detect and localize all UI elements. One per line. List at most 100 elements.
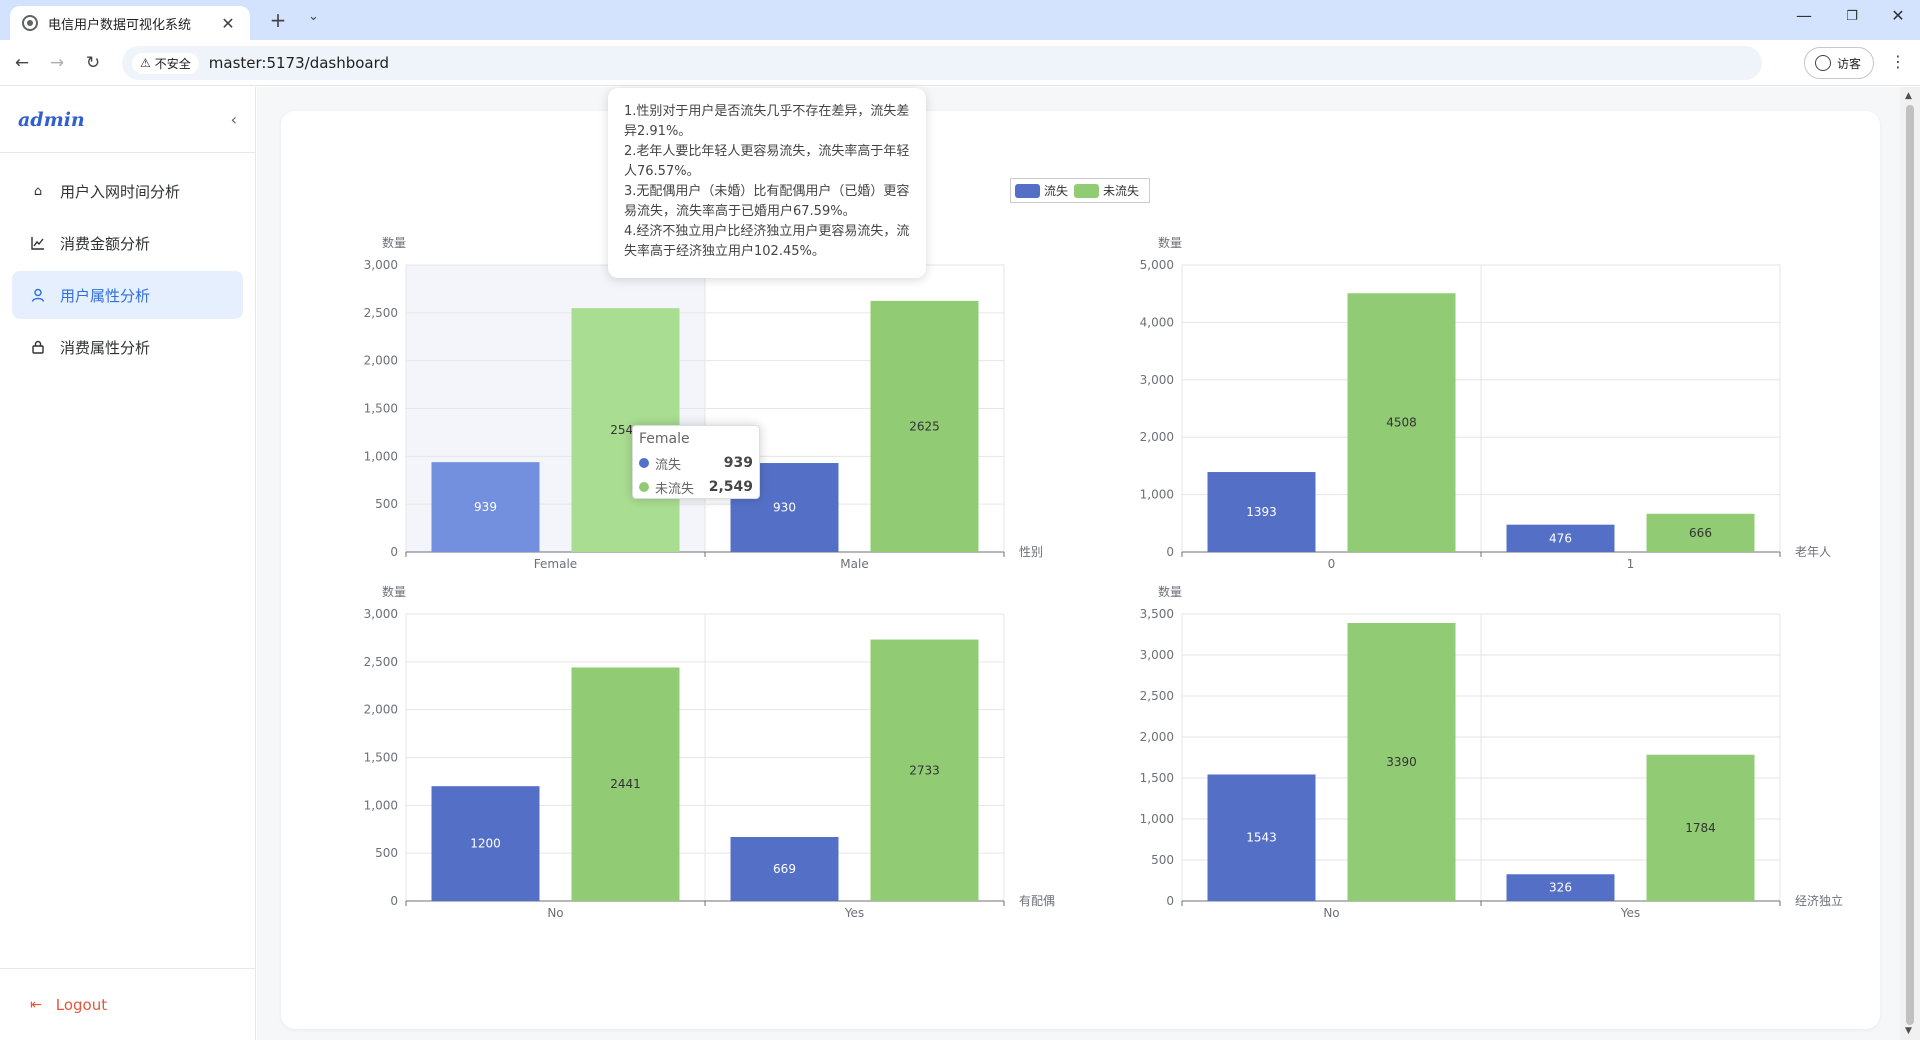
security-label: 不安全 xyxy=(154,56,191,71)
data-label: 930 xyxy=(773,501,796,515)
sidebar-item-spending-amount[interactable]: 消费金额分析 xyxy=(12,219,243,267)
y-tick-label: 2,000 xyxy=(364,354,398,368)
forward-arrow-icon[interactable]: → xyxy=(44,50,70,76)
data-label: 4508 xyxy=(1386,416,1417,430)
y-tick-label: 3,000 xyxy=(1140,373,1174,387)
profile-label: 访客 xyxy=(1837,56,1862,71)
y-tick-label: 2,000 xyxy=(364,703,398,717)
data-label: 669 xyxy=(773,862,796,876)
y-tick-label: 2,500 xyxy=(1140,689,1174,703)
data-label: 1784 xyxy=(1685,821,1716,835)
y-tick-label: 2,500 xyxy=(364,655,398,669)
address-bar[interactable]: ⚠ 不安全 master:5173/dashboard xyxy=(122,46,1762,80)
y-tick-label: 0 xyxy=(390,545,398,559)
profile-icon xyxy=(1815,55,1831,71)
scroll-up-arrow-icon[interactable]: ▲ xyxy=(1905,91,1912,101)
y-tick-label: 2,000 xyxy=(1140,730,1174,744)
sidebar-item-label: 用户属性分析 xyxy=(60,286,151,305)
logout-icon: ⇤ xyxy=(30,996,42,1013)
main-content: 0 500 1,000 1,500 2,000 2,500 3,000 Female 939 25… xyxy=(257,87,1900,1040)
app-logo[interactable]: admin xyxy=(18,109,85,131)
data-label: 2733 xyxy=(909,763,940,777)
sidebar-item-user-attributes[interactable]: 用户属性分析 xyxy=(12,271,243,319)
data-label: 3390 xyxy=(1386,755,1417,769)
tooltip-series-name: 流失 xyxy=(655,457,682,473)
sidebar-item-label: 消费属性分析 xyxy=(60,338,151,357)
insight-line: 4.经济不独立用户比经济独立用户更容易流失，流失率高于经济独立用户102.45%… xyxy=(624,224,910,259)
line-chart-icon xyxy=(30,235,46,251)
y-tick-label: 0 xyxy=(1166,894,1174,908)
back-arrow-icon[interactable]: ← xyxy=(9,50,35,76)
legend-item-churn[interactable]: 流失 xyxy=(1015,182,1068,199)
sidebar-item-spending-attributes[interactable]: 消费属性分析 xyxy=(12,323,243,371)
user-icon xyxy=(30,287,46,303)
tooltip-row: 流失 939 xyxy=(639,451,753,475)
scroll-down-arrow-icon[interactable]: ▼ xyxy=(1905,1026,1912,1036)
insight-line: 3.无配偶用户（未婚）比有配偶用户（已婚）更容易流失，流失率高于已婚用户67.5… xyxy=(624,184,910,219)
data-label: 1393 xyxy=(1246,505,1277,519)
window-close-icon[interactable]: ✕ xyxy=(1878,6,1918,25)
scroll-thumb[interactable] xyxy=(1906,105,1914,1025)
legend-label: 未流失 xyxy=(1103,184,1140,198)
logout-button[interactable]: ⇤ Logout xyxy=(0,968,255,1040)
new-tab-button[interactable]: + xyxy=(266,8,290,32)
tooltip-title: Female xyxy=(639,431,690,447)
data-label: 326 xyxy=(1549,881,1572,895)
url-text[interactable]: master:5173/dashboard xyxy=(209,54,389,72)
legend-swatch xyxy=(1015,183,1040,198)
browser-toolbar: ← → ↻ ⚠ 不安全 master:5173/dashboard 访客 ⋮ xyxy=(0,40,1920,86)
x-axis-label: 经济独立 xyxy=(1795,893,1843,908)
sidebar-item-label: 用户入网时间分析 xyxy=(60,182,181,201)
y-tick-label: 1,000 xyxy=(1140,488,1174,502)
y-tick-label: 1,000 xyxy=(1140,812,1174,826)
y-tick-label: 1,500 xyxy=(364,751,398,765)
data-label: 2441 xyxy=(610,777,641,791)
collapse-chevron-icon[interactable]: ‹ xyxy=(231,110,237,129)
x-tick-label: 1 xyxy=(1627,557,1635,571)
y-tick-label: 500 xyxy=(375,846,398,860)
restore-icon[interactable]: ❐ xyxy=(1832,9,1872,24)
home-icon: ⌂ xyxy=(33,183,43,199)
x-tick-label: Yes xyxy=(1620,906,1640,920)
y-tick-label: 1,000 xyxy=(364,798,398,812)
dashboard-card: 0 500 1,000 1,500 2,000 2,500 3,000 Female 939 25… xyxy=(281,111,1880,1029)
chart-tooltip: Female 流失 939 未流失 2,549 xyxy=(632,425,760,499)
y-axis-label: 数量 xyxy=(382,235,406,250)
tab-title: 电信用户数据可视化系统 xyxy=(48,17,192,33)
tab-search-chevron-icon[interactable]: ⌄ xyxy=(308,9,319,24)
data-label: 939 xyxy=(474,500,497,514)
reload-icon[interactable]: ↻ xyxy=(80,50,106,76)
sidebar-item-network-time[interactable]: ⌂ 用户入网时间分析 xyxy=(12,167,243,215)
page-scrollbar[interactable]: ▲ ▼ xyxy=(1900,87,1920,1040)
sidebar: admin ‹ ⌂ 用户入网时间分析 消费金额分析 用户属性分析 消费属性分析 … xyxy=(0,87,256,1040)
more-menu-icon[interactable]: ⋮ xyxy=(1890,52,1906,71)
y-tick-label: 1,500 xyxy=(1140,771,1174,785)
charts-canvas: 05001,0001,5002,0002,5003,000Female93925… xyxy=(364,235,1843,920)
data-label: 476 xyxy=(1549,531,1572,545)
x-axis-label: 性别 xyxy=(1019,545,1043,559)
tooltip-value: 939 xyxy=(723,455,753,471)
browser-tab-bar: 电信用户数据可视化系统 ✕ + ⌄ — ❐ ✕ xyxy=(0,0,1920,40)
sidebar-menu: ⌂ 用户入网时间分析 消费金额分析 用户属性分析 消费属性分析 xyxy=(0,153,255,389)
tooltip-dot xyxy=(639,482,649,492)
legend-item-retain[interactable]: 未流失 xyxy=(1074,182,1139,199)
warning-icon: ⚠ xyxy=(140,56,151,70)
tooltip-dot xyxy=(639,458,649,468)
legend-label: 流失 xyxy=(1044,184,1069,198)
x-axis-label: 老年人 xyxy=(1795,545,1831,559)
security-chip[interactable]: ⚠ 不安全 xyxy=(132,52,199,74)
y-tick-label: 3,000 xyxy=(364,607,398,621)
y-tick-label: 500 xyxy=(1151,853,1174,867)
minimize-icon[interactable]: — xyxy=(1784,6,1824,25)
close-tab-icon[interactable]: ✕ xyxy=(218,14,238,33)
y-axis-label: 数量 xyxy=(382,584,406,599)
y-axis-label: 数量 xyxy=(1158,235,1182,250)
y-tick-label: 1,000 xyxy=(364,449,398,463)
profile-button[interactable]: 访客 xyxy=(1804,47,1875,79)
data-label: 1543 xyxy=(1246,831,1277,845)
y-tick-label: 2,000 xyxy=(1140,430,1174,444)
x-tick-label: Female xyxy=(534,557,577,571)
browser-tab[interactable]: 电信用户数据可视化系统 ✕ xyxy=(10,6,250,40)
insight-popover: 1.性别对于用户是否流失几乎不存在差异，流失差异2.91%。 2.老年人要比年轻… xyxy=(608,88,926,278)
data-label: 1200 xyxy=(470,837,501,851)
